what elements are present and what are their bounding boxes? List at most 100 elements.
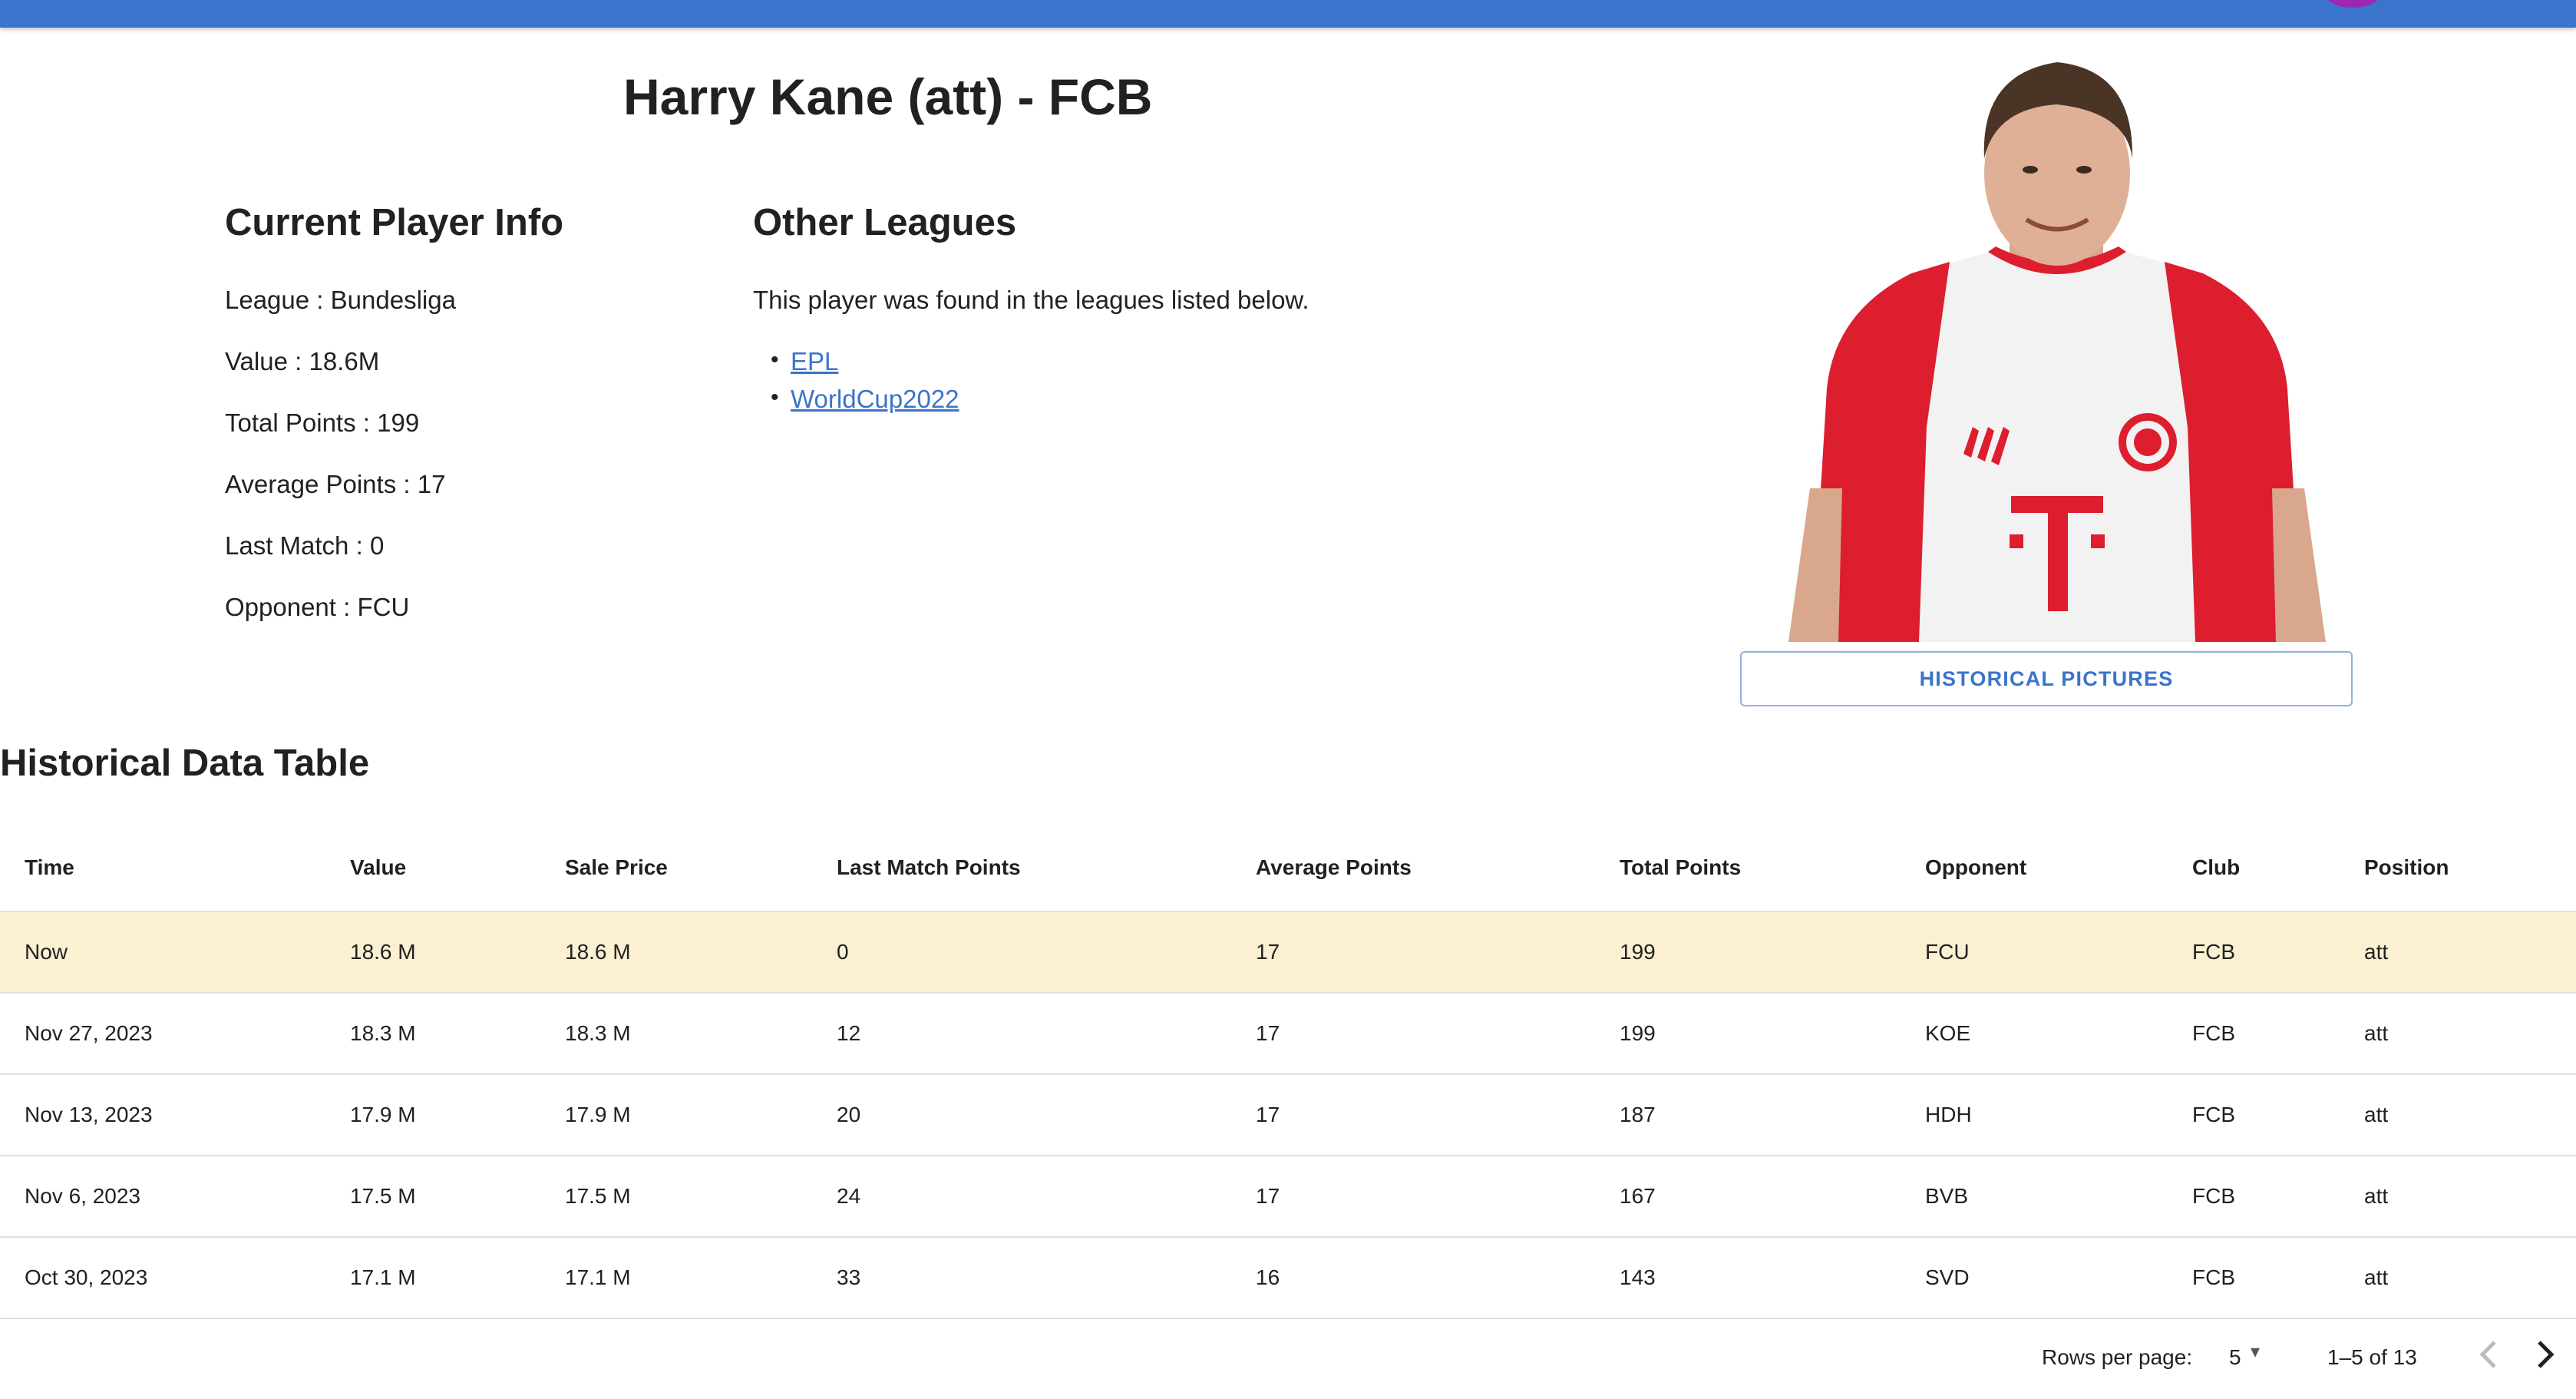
info-value: 0 [369, 531, 385, 560]
cell-time: Oct 30, 2023 [0, 1237, 350, 1319]
cell-last-match-points: 24 [837, 1156, 1256, 1238]
info-last-match: Last Match : 0 [225, 531, 384, 561]
info-label: Average Points [225, 470, 397, 498]
info-average-points: Average Points : 17 [225, 470, 445, 499]
cell-time: Nov 27, 2023 [0, 993, 350, 1075]
cell-position: att [2364, 911, 2576, 994]
column-header-club[interactable]: Club [2192, 825, 2364, 912]
current-info-heading: Current Player Info [225, 202, 564, 243]
table-row[interactable]: Nov 27, 2023 18.3 M 18.3 M 12 17 199 KOE… [0, 993, 2576, 1075]
league-link-worldcup2022[interactable]: WorldCup2022 [791, 385, 959, 413]
cell-time: Now [0, 911, 350, 994]
cell-average-points: 17 [1256, 1156, 1620, 1238]
app-bar [0, 0, 2576, 28]
table-row[interactable]: Nov 13, 2023 17.9 M 17.9 M 20 17 187 HDH… [0, 1074, 2576, 1156]
chevron-left-icon[interactable] [2473, 1336, 2504, 1373]
column-header-average-points[interactable]: Average Points [1256, 825, 1620, 912]
cell-position: att [2364, 1074, 2576, 1156]
info-label: Value [225, 347, 288, 375]
league-link-epl[interactable]: EPL [791, 347, 838, 375]
cell-time: Nov 6, 2023 [0, 1156, 350, 1238]
bullet-icon: • [771, 385, 779, 410]
info-value: Bundesliga [330, 286, 456, 314]
column-header-position[interactable]: Position [2364, 825, 2576, 912]
cell-position: att [2364, 993, 2576, 1075]
cell-sale-price: 17.5 M [565, 1156, 837, 1238]
info-label: Total Points [225, 408, 356, 437]
column-header-last-match-points[interactable]: Last Match Points [837, 825, 1256, 912]
info-value: FCU [357, 593, 410, 621]
column-header-opponent[interactable]: Opponent [1925, 825, 2192, 912]
cell-club: FCB [2192, 1074, 2364, 1156]
cell-opponent: FCU [1925, 911, 2192, 994]
user-avatar[interactable] [2326, 0, 2379, 8]
bullet-icon: • [771, 347, 779, 372]
cell-position: att [2364, 1156, 2576, 1238]
cell-total-points: 199 [1620, 993, 1925, 1075]
info-separator: : [355, 408, 378, 437]
cell-average-points: 17 [1256, 1074, 1620, 1156]
info-total-points: Total Points : 199 [225, 408, 419, 438]
cell-average-points: 16 [1256, 1237, 1620, 1319]
column-header-time[interactable]: Time [0, 825, 350, 912]
cell-opponent: BVB [1925, 1156, 2192, 1238]
cell-total-points: 187 [1620, 1074, 1925, 1156]
cell-opponent: KOE [1925, 993, 2192, 1075]
list-item: • WorldCup2022 [771, 385, 959, 422]
list-item: • EPL [771, 347, 959, 385]
league-list: • EPL • WorldCup2022 [771, 347, 959, 422]
rows-per-page-label: Rows per page: [2042, 1345, 2193, 1369]
other-leagues-heading: Other Leagues [753, 202, 1017, 243]
table-row[interactable]: Oct 30, 2023 17.1 M 17.1 M 33 16 143 SVD… [0, 1237, 2576, 1319]
info-league: League : Bundesliga [225, 286, 456, 315]
cell-value: 17.5 M [350, 1156, 565, 1238]
info-separator: : [287, 347, 309, 375]
info-label: Opponent [225, 593, 336, 621]
cell-total-points: 143 [1620, 1237, 1925, 1319]
cell-sale-price: 17.9 M [565, 1074, 837, 1156]
info-separator: : [335, 593, 358, 621]
column-header-total-points[interactable]: Total Points [1620, 825, 1925, 912]
rows-per-page-select[interactable]: 5 [2229, 1345, 2241, 1370]
other-leagues-description: This player was found in the leagues lis… [753, 286, 1309, 314]
cell-sale-price: 17.1 M [565, 1237, 837, 1319]
cell-value: 17.1 M [350, 1237, 565, 1319]
info-separator: : [309, 286, 331, 314]
cell-last-match-points: 20 [837, 1074, 1256, 1156]
cell-total-points: 167 [1620, 1156, 1925, 1238]
cell-total-points: 199 [1620, 911, 1925, 994]
cell-time: Nov 13, 2023 [0, 1074, 350, 1156]
table-row[interactable]: Nov 6, 2023 17.5 M 17.5 M 24 17 167 BVB … [0, 1156, 2576, 1238]
cell-position: att [2364, 1237, 2576, 1319]
table-title: Historical Data Table [0, 742, 370, 784]
column-header-sale-price[interactable]: Sale Price [565, 825, 837, 912]
cell-value: 18.6 M [350, 911, 565, 994]
cell-value: 17.9 M [350, 1074, 565, 1156]
cell-sale-price: 18.6 M [565, 911, 837, 994]
cell-club: FCB [2192, 911, 2364, 994]
table-row[interactable]: Now 18.6 M 18.6 M 0 17 199 FCU FCB att [0, 911, 2576, 994]
cell-club: FCB [2192, 993, 2364, 1075]
cell-value: 18.3 M [350, 993, 565, 1075]
cell-average-points: 17 [1256, 911, 1620, 994]
info-label: League [225, 286, 310, 314]
page-title: Harry Kane (att) - FCB [623, 68, 1153, 125]
cell-last-match-points: 12 [837, 993, 1256, 1075]
info-value: 199 [377, 408, 420, 437]
caret-down-icon[interactable]: ▾ [2251, 1341, 2260, 1363]
historical-pictures-button[interactable]: HISTORICAL PICTURES [1740, 651, 2353, 706]
chevron-right-icon[interactable] [2530, 1336, 2561, 1373]
cell-club: FCB [2192, 1237, 2364, 1319]
cell-last-match-points: 0 [837, 911, 1256, 994]
cell-opponent: SVD [1925, 1237, 2192, 1319]
info-opponent: Opponent : FCU [225, 593, 409, 622]
cell-opponent: HDH [1925, 1074, 2192, 1156]
player-photo [1788, 62, 2326, 642]
cell-club: FCB [2192, 1156, 2364, 1238]
info-value-m: Value : 18.6M [225, 347, 379, 376]
column-header-value[interactable]: Value [350, 825, 565, 912]
info-value: 18.6M [309, 347, 380, 375]
pagination-range: 1–5 of 13 [2327, 1345, 2417, 1369]
cell-average-points: 17 [1256, 993, 1620, 1075]
info-value: 17 [417, 470, 446, 498]
